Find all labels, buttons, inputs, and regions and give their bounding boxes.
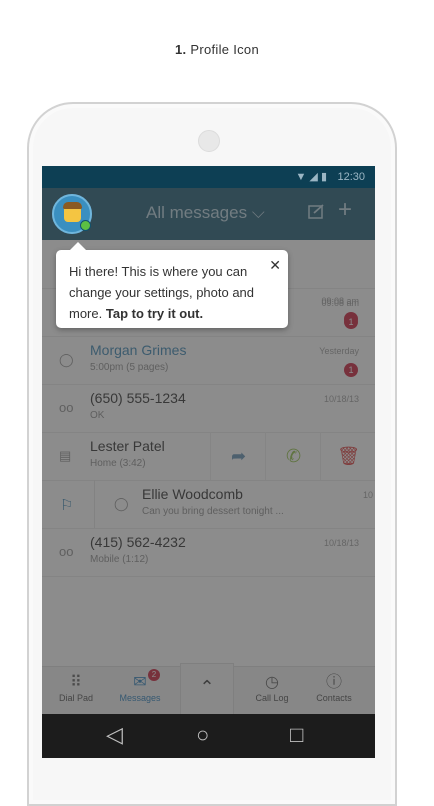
tooltip-text: Hi there! This is where you can change y… bbox=[69, 261, 259, 324]
message-date: 10/18/13 bbox=[323, 538, 359, 548]
bottom-tab-bar: ⠿ Dial Pad ✉ 2 Messages ⌃ ◷ Call Log ⓘ C… bbox=[42, 663, 375, 716]
tab-messages[interactable]: ✉ 2 Messages bbox=[110, 669, 170, 703]
contact-name: (415) 562-4232 bbox=[90, 534, 186, 550]
contact-name: Lester Patel bbox=[90, 438, 165, 454]
expand-up-button[interactable]: ⌃ bbox=[180, 663, 234, 716]
tab-label: Dial Pad bbox=[58, 693, 94, 703]
close-icon[interactable]: ✕ bbox=[269, 257, 281, 274]
phone-speaker bbox=[198, 130, 220, 152]
fax-icon: ▤ bbox=[59, 448, 72, 463]
signal-battery-icon: ▼ ◢ ▮ bbox=[295, 171, 327, 183]
contact-name: Ellie Woodcomb bbox=[142, 486, 243, 502]
chevron-up-icon: ⌃ bbox=[199, 677, 215, 697]
tooltip-cta[interactable]: Tap to try it out. bbox=[106, 306, 203, 321]
dialpad-icon: ⠿ bbox=[70, 674, 82, 691]
tab-label: Messages bbox=[119, 693, 161, 703]
add-icon[interactable]: + bbox=[338, 198, 352, 222]
message-date: 09:08 am bbox=[321, 298, 359, 308]
message-preview: Home (3:42) bbox=[90, 458, 146, 469]
list-item[interactable]: ▤ Lester Patel Home (3:42) ➦ ✆ 🗑 bbox=[42, 432, 375, 481]
swipe-actions: ➦ ✆ 🗑 bbox=[210, 432, 375, 480]
online-status-icon bbox=[80, 220, 91, 231]
message-preview: Mobile (1:12) bbox=[90, 554, 149, 565]
caption-text: Profile Icon bbox=[190, 42, 259, 57]
caption-number: 1. bbox=[174, 42, 187, 57]
tab-dial-pad[interactable]: ⠿ Dial Pad bbox=[46, 673, 106, 703]
unread-badge: 1 bbox=[344, 363, 358, 377]
forward-icon[interactable]: ➦ bbox=[210, 432, 266, 480]
message-preview: 5:00pm (5 pages) bbox=[90, 362, 169, 373]
messages-filter-dropdown[interactable]: All messages ⌵ bbox=[146, 203, 265, 223]
envelope-icon: ✉ bbox=[133, 674, 147, 691]
message-preview: Can you bring dessert tonight ... bbox=[142, 506, 284, 517]
clock-icon: ◷ bbox=[265, 674, 279, 691]
tab-label: Contacts bbox=[316, 693, 352, 703]
onboarding-tooltip[interactable]: Hi there! This is where you can change y… bbox=[56, 242, 288, 328]
contact-name: (650) 555-1234 bbox=[90, 390, 186, 406]
message-date: 10 bbox=[362, 490, 373, 500]
delete-icon[interactable]: 🗑 bbox=[320, 432, 375, 480]
list-item[interactable]: oo (415) 562-4232 Mobile (1:12) 10/18/13 bbox=[42, 528, 375, 577]
chat-bubble-icon: ◯ bbox=[59, 352, 74, 367]
voicemail-icon: oo bbox=[59, 400, 74, 415]
phone-screen: ▼ ◢ ▮ 12:30 All messages ⌵ + 09:08 am 1 … bbox=[42, 166, 375, 758]
compose-icon[interactable] bbox=[308, 204, 326, 220]
status-bar: ▼ ◢ ▮ 12:30 bbox=[42, 166, 375, 188]
highlighted-profile-avatar[interactable] bbox=[52, 194, 92, 234]
home-icon[interactable]: ○ bbox=[196, 723, 209, 747]
list-item[interactable]: ⚐ ◯ Ellie Woodcomb Can you bring dessert… bbox=[42, 480, 375, 529]
list-item[interactable]: ◯ Morgan Grimes 5:00pm (5 pages) Yesterd… bbox=[42, 336, 375, 385]
recents-icon[interactable]: □ bbox=[290, 723, 303, 747]
contact-name: Morgan Grimes bbox=[90, 342, 187, 358]
messages-count-badge: 2 bbox=[148, 669, 160, 681]
message-preview: OK bbox=[90, 410, 105, 421]
unread-badge: 1 bbox=[344, 315, 358, 329]
status-time: 12:30 bbox=[337, 171, 365, 183]
back-icon[interactable]: ◁ bbox=[106, 723, 123, 747]
tab-label: Call Log bbox=[255, 693, 289, 703]
message-date: 10/18/13 bbox=[323, 394, 359, 404]
voicemail-icon: oo bbox=[59, 544, 74, 559]
flag-icon[interactable]: ⚐ bbox=[60, 496, 73, 514]
chat-bubble-icon: ◯ bbox=[114, 496, 129, 511]
list-item[interactable]: oo (650) 555-1234 OK 10/18/13 bbox=[42, 384, 375, 433]
contact-icon: ⓘ bbox=[325, 674, 342, 691]
page-caption: 1. Profile Icon bbox=[0, 42, 434, 57]
message-date: Yesterday bbox=[319, 346, 359, 356]
flag-divider bbox=[94, 480, 95, 528]
call-icon[interactable]: ✆ bbox=[265, 432, 321, 480]
avatar-hair-icon bbox=[63, 202, 82, 209]
android-nav-bar: ◁ ○ □ bbox=[42, 714, 375, 758]
tab-contacts[interactable]: ⓘ Contacts bbox=[304, 673, 364, 703]
tab-call-log[interactable]: ◷ Call Log bbox=[242, 673, 302, 703]
